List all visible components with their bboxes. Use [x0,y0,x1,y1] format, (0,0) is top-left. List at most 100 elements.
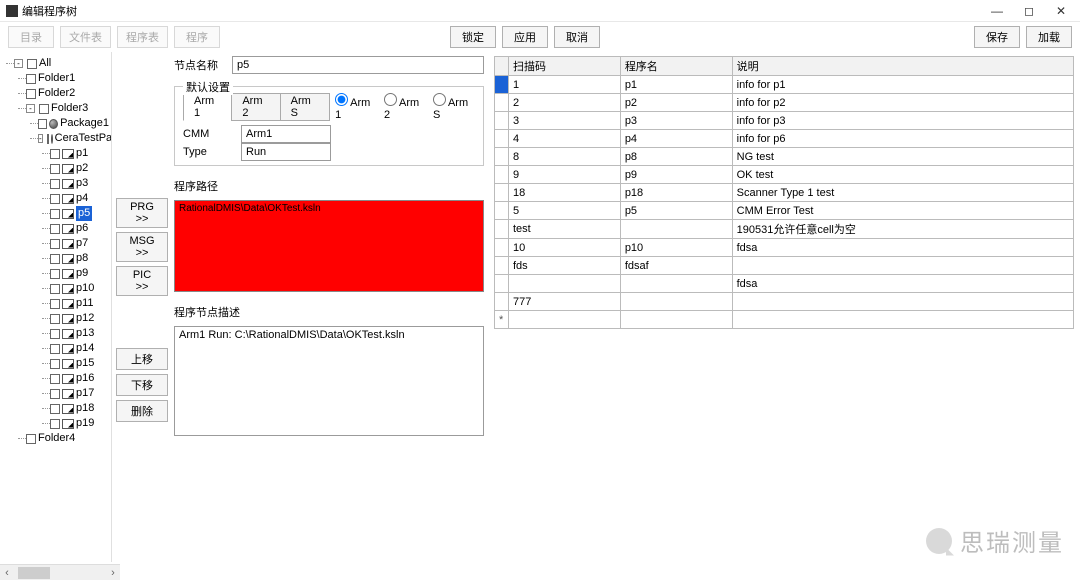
apply-button[interactable]: 应用 [502,26,548,48]
checkbox[interactable] [50,374,60,384]
checkbox[interactable] [50,254,60,264]
horizontal-scrollbar[interactable]: ‹ › [0,564,120,580]
collapse-icon[interactable]: - [26,104,35,113]
type-input[interactable] [241,143,331,161]
table-row[interactable]: 2p2info for p2 [495,94,1074,112]
tree-program[interactable]: p4 [76,191,88,206]
tree-program[interactable]: p6 [76,221,88,236]
tree-program[interactable]: p11 [76,296,94,311]
checkbox[interactable] [50,194,60,204]
collapse-icon[interactable]: - [38,134,43,143]
tree-program[interactable]: p12 [76,311,94,326]
checkbox[interactable] [50,404,60,414]
checkbox[interactable] [50,359,60,369]
arm-tab-1[interactable]: Arm 1 [183,93,232,121]
tree-program[interactable]: p2 [76,161,88,176]
table-row[interactable]: 9p9OK test [495,166,1074,184]
tree-program[interactable]: p9 [76,266,88,281]
tree-program[interactable]: p7 [76,236,88,251]
tree-folder[interactable]: Folder2 [38,86,75,101]
data-grid[interactable]: 扫描码 程序名 说明 1p1info for p12p2info for p23… [494,56,1074,329]
checkbox[interactable] [50,179,60,189]
table-row[interactable]: 10p10fdsa [495,239,1074,257]
checkbox[interactable] [50,299,60,309]
cancel-button[interactable]: 取消 [554,26,600,48]
program-tree[interactable]: -All Folder1 Folder2 -Folder3 Package1 -… [2,56,109,446]
checkbox[interactable] [50,239,60,249]
checkbox[interactable] [38,119,47,129]
table-row[interactable]: 18p18Scanner Type 1 test [495,184,1074,202]
tree-package[interactable]: Package1 [60,116,109,131]
checkbox[interactable] [50,314,60,324]
arm-tab-2[interactable]: Arm 2 [231,93,280,121]
tree-program[interactable]: p15 [76,356,94,371]
checkbox[interactable] [26,74,36,84]
dir-button[interactable]: 目录 [8,26,54,48]
checkbox[interactable] [50,209,60,219]
pic-button[interactable]: PIC >> [116,266,168,296]
checkbox[interactable] [50,329,60,339]
table-row[interactable]: fdsa [495,275,1074,293]
checkbox[interactable] [50,419,60,429]
table-row[interactable]: test190531允许任意cell为空 [495,220,1074,239]
tree-folder[interactable]: Folder3 [51,101,88,116]
tree-program[interactable]: p17 [76,386,94,401]
checkbox[interactable] [50,284,60,294]
col-scan[interactable]: 扫描码 [509,57,621,76]
arm-radio-s[interactable]: Arm S [433,93,475,121]
checkbox[interactable] [27,59,37,69]
checkbox[interactable] [50,164,60,174]
tree-program[interactable]: p13 [76,326,94,341]
cmm-input[interactable] [241,125,331,143]
col-prog[interactable]: 程序名 [620,57,732,76]
checkbox[interactable] [50,389,60,399]
minimize-button[interactable]: — [988,4,1006,18]
checkbox[interactable] [50,269,60,279]
collapse-icon[interactable]: - [14,59,23,68]
arm-tab-s[interactable]: Arm S [280,93,330,121]
maximize-button[interactable]: ◻ [1020,4,1038,18]
tree-program[interactable]: p18 [76,401,94,416]
table-row[interactable]: 4p4info for p6 [495,130,1074,148]
col-desc[interactable]: 说明 [732,57,1073,76]
tree-program[interactable]: p1 [76,146,88,161]
checkbox[interactable] [50,344,60,354]
moveup-button[interactable]: 上移 [116,348,168,370]
table-row[interactable]: fdsfdsaf [495,257,1074,275]
movedown-button[interactable]: 下移 [116,374,168,396]
load-button[interactable]: 加载 [1026,26,1072,48]
checkbox[interactable] [50,149,60,159]
delete-button[interactable]: 删除 [116,400,168,422]
arm-radio-2[interactable]: Arm 2 [384,93,425,121]
tree-package[interactable]: CeraTestPack [55,131,112,146]
tree-program[interactable]: p16 [76,371,94,386]
node-desc-box[interactable]: Arm1 Run: C:\RationalDMIS\Data\OKTest.ks… [174,326,484,436]
tree-program[interactable]: p19 [76,416,94,431]
table-row[interactable]: 3p3info for p3 [495,112,1074,130]
checkbox[interactable] [26,434,36,444]
filetable-button[interactable]: 文件表 [60,26,111,48]
table-row[interactable]: 5p5CMM Error Test [495,202,1074,220]
close-button[interactable]: ✕ [1052,4,1070,18]
tree-program[interactable]: p3 [76,176,88,191]
checkbox[interactable] [50,224,60,234]
table-row[interactable]: 777 [495,293,1074,311]
tree-program[interactable]: p10 [76,281,94,296]
checkbox[interactable] [26,89,36,99]
table-row[interactable]: 1p1info for p1 [495,76,1074,94]
msg-button[interactable]: MSG >> [116,232,168,262]
table-row[interactable]: 8p8NG test [495,148,1074,166]
arm-radio-1[interactable]: Arm 1 [335,93,376,121]
checkbox[interactable] [39,104,49,114]
node-name-input[interactable] [232,56,484,74]
scroll-left-icon[interactable]: ‹ [0,567,14,579]
scroll-thumb[interactable] [18,567,50,579]
tree-root[interactable]: All [39,56,51,71]
tree-folder[interactable]: Folder4 [38,431,75,446]
lock-button[interactable]: 锁定 [450,26,496,48]
proglist-button[interactable]: 程序表 [117,26,168,48]
tree-program[interactable]: p8 [76,251,88,266]
new-row[interactable]: * [495,311,1074,329]
program-path-box[interactable]: RationalDMIS\Data\OKTest.ksln [174,200,484,292]
prg-button[interactable]: PRG >> [116,198,168,228]
